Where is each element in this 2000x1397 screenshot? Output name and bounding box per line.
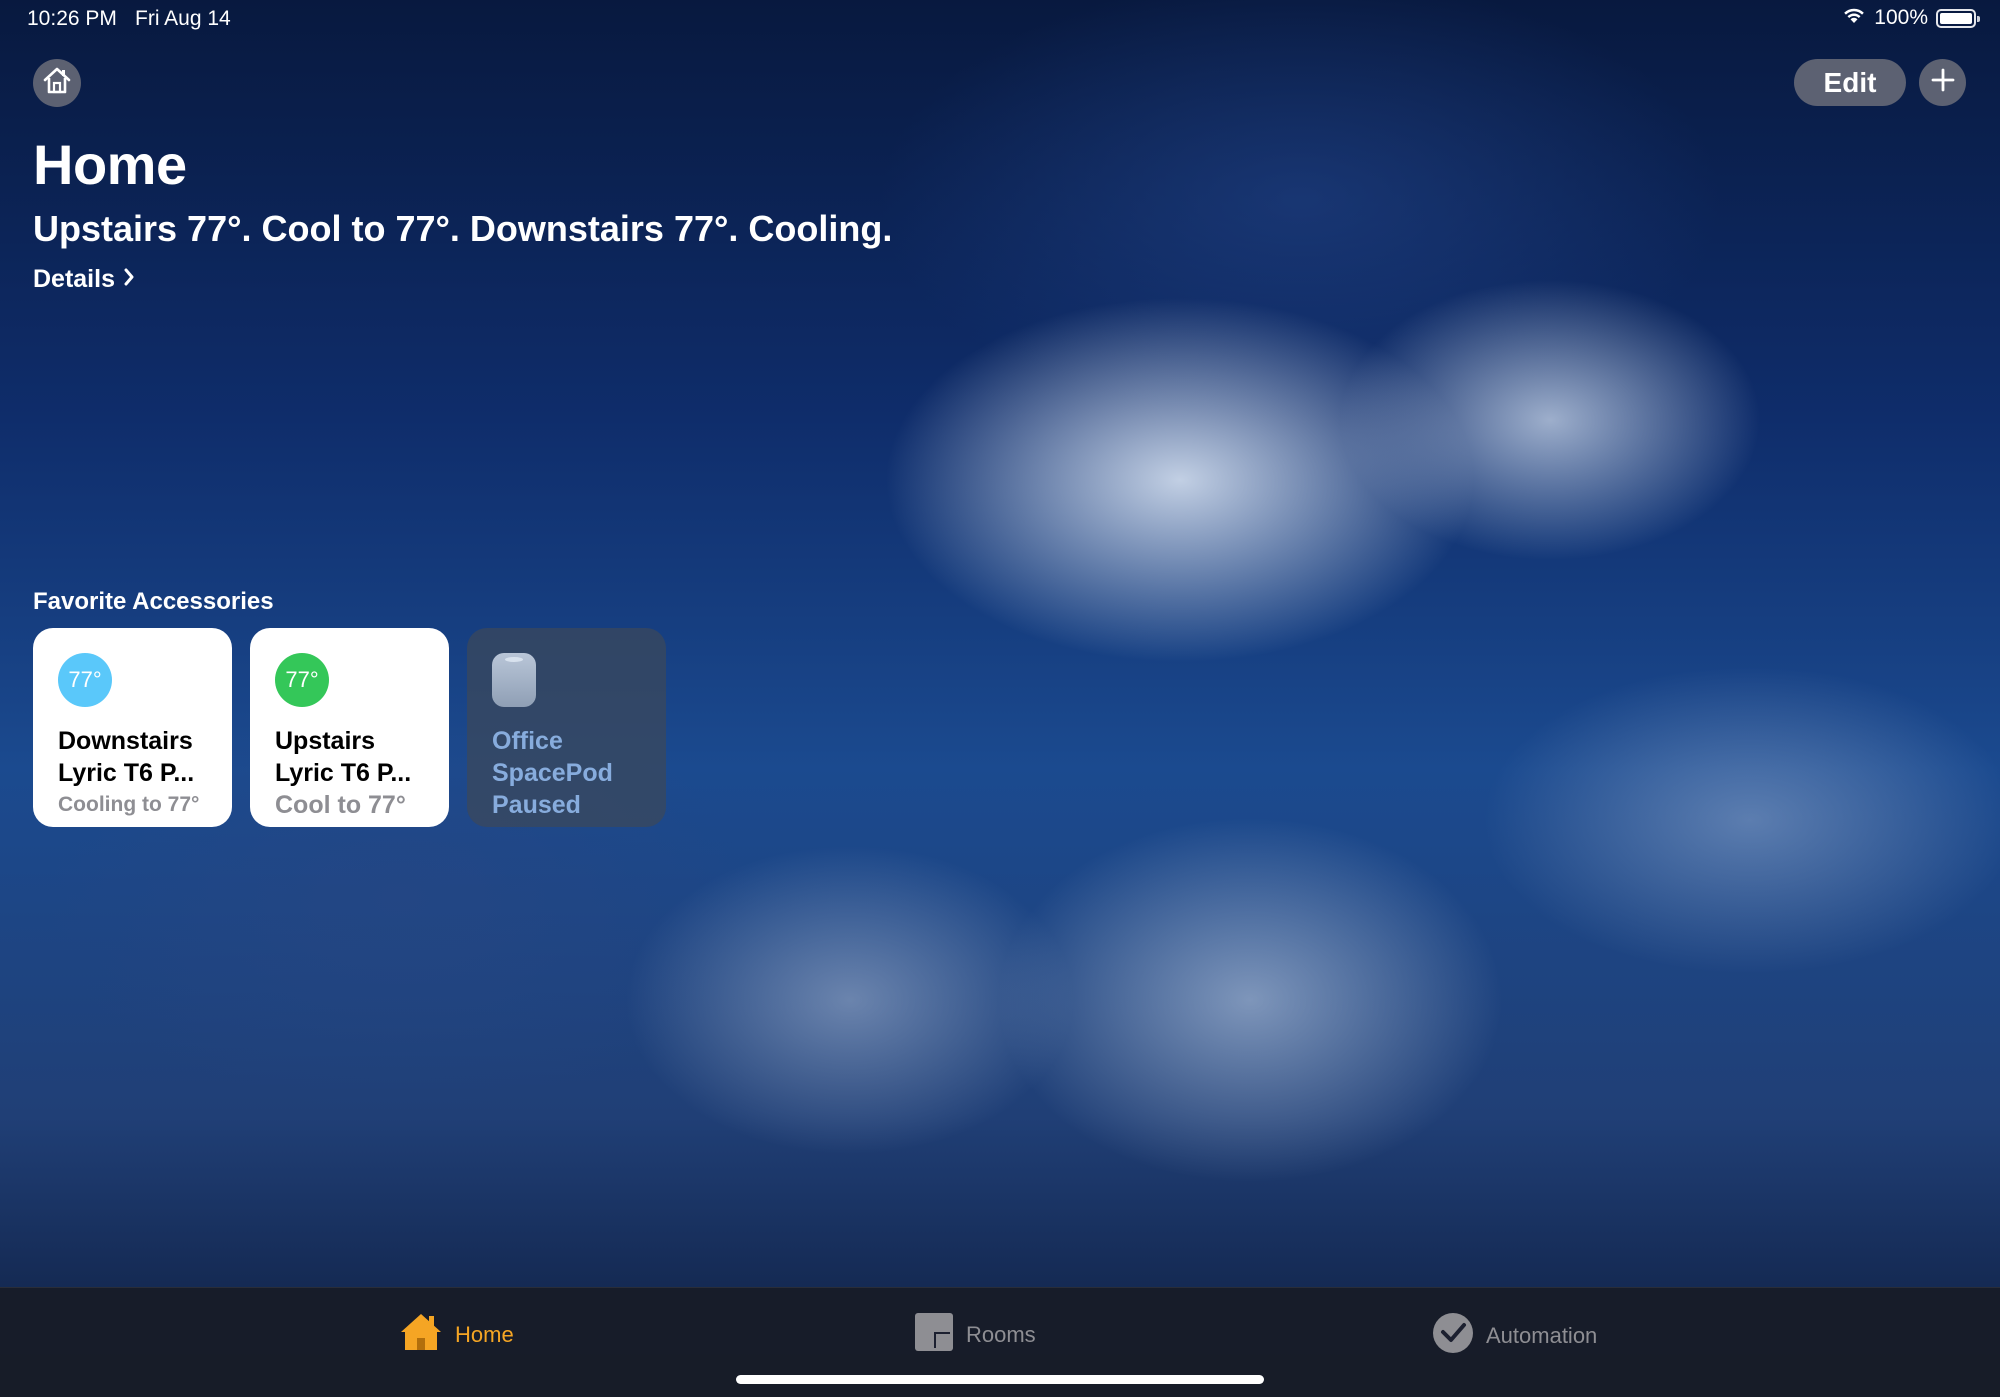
accessory-status: Cool to 77° [275,791,406,819]
tab-home-label: Home [455,1322,514,1347]
details-link[interactable]: Details [33,265,135,294]
home-indicator[interactable] [736,1375,1264,1384]
accessory-tile-downstairs-thermostat[interactable]: 77° Downstairs Lyric T6 P... Cooling to … [33,628,232,827]
accessory-name-line1: Downstairs [58,727,193,755]
accessory-name-line1: Upstairs [275,727,376,755]
tab-automation-label: Automation [1486,1323,1598,1348]
tab-automation[interactable]: Automation [1432,1312,1597,1360]
temperature-badge: 77° [275,653,329,707]
accessory-name-line1: Office [492,727,563,755]
battery-icon [1936,8,1980,28]
accessory-tile-upstairs-thermostat[interactable]: 77° Upstairs Lyric T6 P... Cool to 77° [250,628,449,827]
house-outline-icon [41,65,73,102]
status-date: Fri Aug 14 [135,7,231,30]
automation-clock-icon [1432,1312,1474,1360]
accessory-name-line2: Lyric T6 P... [58,759,195,787]
accessory-name-line2: Lyric T6 P... [275,759,412,787]
homepod-speaker-icon [492,653,536,707]
accessory-tile-office-spacepod[interactable]: Office SpacePod Paused [467,628,666,827]
chevron-right-icon [123,265,135,294]
edit-button[interactable]: Edit [1794,59,1906,106]
house-icon [399,1312,443,1358]
accessory-status: Cooling to 77° [58,793,200,816]
add-button[interactable] [1919,59,1966,106]
home-status-summary: Upstairs 77°. Cool to 77°. Downstairs 77… [33,208,893,249]
favorite-accessories-title: Favorite Accessories [33,588,274,615]
rooms-icon [914,1312,954,1358]
status-indicators: 100% [1842,6,1980,30]
page-title: Home [33,133,187,196]
battery-percentage: 100% [1874,6,1928,29]
tab-rooms[interactable]: Rooms [914,1312,1036,1358]
home-settings-button[interactable] [33,59,81,107]
tab-home[interactable]: Home [399,1312,514,1358]
temperature-badge: 77° [58,653,112,707]
details-label: Details [33,265,115,293]
plus-icon [1930,67,1956,98]
wifi-icon [1842,6,1866,30]
status-time: 10:26 PM [27,7,117,30]
accessory-status: Paused [492,791,581,819]
status-bar: 10:26 PM Fri Aug 14 100% [0,0,2000,40]
tab-rooms-label: Rooms [966,1322,1036,1347]
accessory-name-line2: SpacePod [492,759,613,787]
